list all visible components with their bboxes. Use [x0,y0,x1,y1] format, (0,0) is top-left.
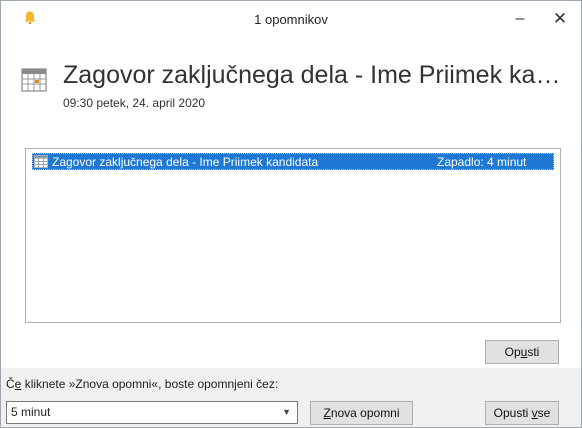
calendar-icon [21,68,47,92]
reminder-window: 1 opomnikov – ✕ Zagovor zaključnega dela… [0,0,582,428]
snooze-label: Če kliknete »Znova opomni«, boste opomnj… [6,377,278,391]
snooze-button[interactable]: Znova opomni [310,401,413,425]
minimize-button[interactable]: – [502,5,538,33]
dismiss-all-button[interactable]: Opusti vse [485,401,559,425]
snooze-panel: Če kliknete »Znova opomni«, boste opomnj… [1,368,581,427]
list-item-due: Zapadlo: 4 minut [437,155,527,169]
list-item-subject: Zagovor zaključnega dela - Ime Priimek k… [52,155,319,169]
dismiss-button[interactable]: Opusti [485,340,559,364]
title-bar: 1 opomnikov – ✕ [1,1,581,37]
dismiss-all-pre: Opusti [493,406,532,420]
snooze-btn-post: nova opomni [330,406,400,420]
snooze-duration-value: 5 minut [11,405,51,419]
reminder-time: 09:30 petek, 24. april 2020 [63,96,206,110]
snooze-btn-key: Z [323,406,331,420]
snooze-label-pre: Č [6,377,15,391]
reminder-subject: Zagovor zaključnega dela - Ime Priimek k… [63,61,573,89]
dismiss-label-post: sti [527,345,540,359]
appointment-icon [34,155,48,168]
list-item[interactable]: Zagovor zaključnega dela - Ime Priimek k… [32,153,554,170]
reminder-list[interactable]: Zagovor zaključnega dela - Ime Priimek k… [25,148,561,323]
snooze-label-post: kliknete »Znova opomni«, boste opomnjeni… [21,377,279,391]
snooze-duration-select[interactable]: 5 minut ▼ [6,401,298,424]
window-title: 1 opomnikov [254,12,328,27]
dismiss-label-pre: Op [504,345,521,359]
dismiss-all-post: se [537,406,551,420]
chevron-down-icon[interactable]: ▼ [282,402,291,423]
close-button[interactable]: ✕ [542,5,578,33]
